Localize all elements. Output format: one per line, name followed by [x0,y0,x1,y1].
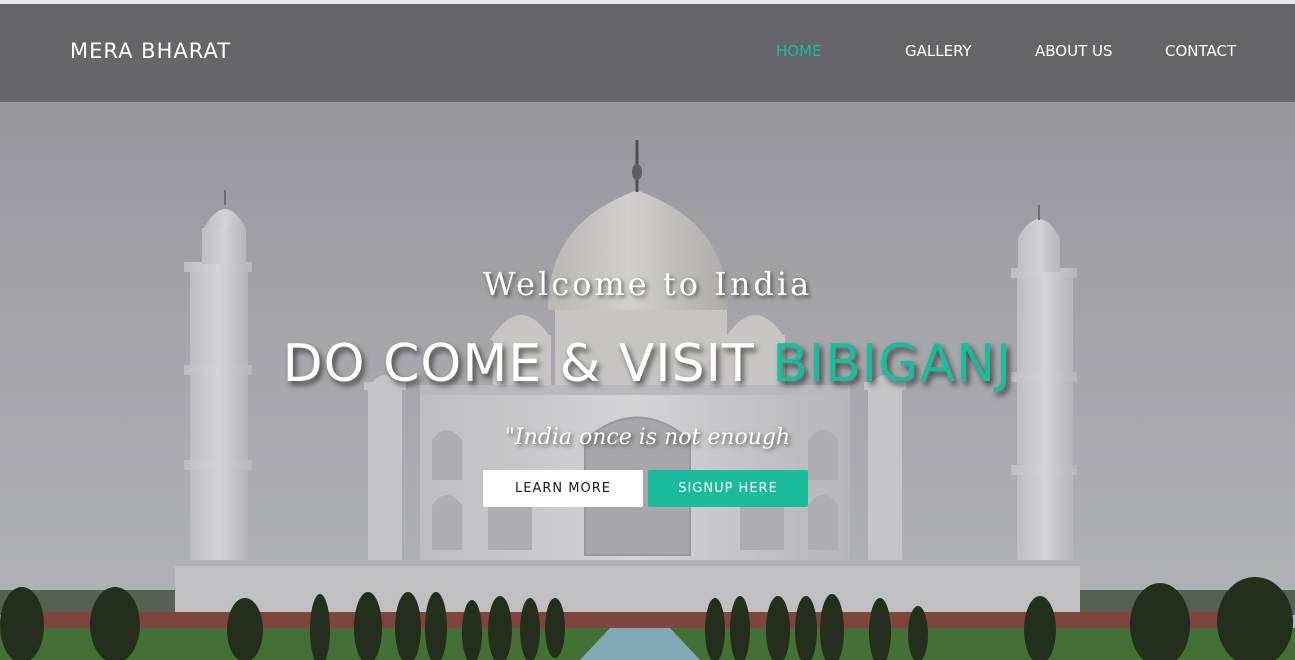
hero-headline-prefix: DO COME & VISIT [282,334,755,394]
hero-section: Welcome to India DO COME & VISIT BIBIGAN… [0,0,1295,660]
learn-more-button[interactable]: LEARN MORE [483,470,643,507]
hero-welcome-text: Welcome to India [482,265,813,303]
hero-headline: DO COME & VISIT BIBIGANJ [0,332,1295,396]
hero-headline-highlight: BIBIGANJ [772,334,1013,394]
signup-button[interactable]: SIGNUP HERE [648,470,808,507]
landing-page: MERA BHARAT HOME GALLERY ABOUT US CONTAC… [0,0,1295,660]
hero-tagline: "India once is not enough [504,425,791,450]
